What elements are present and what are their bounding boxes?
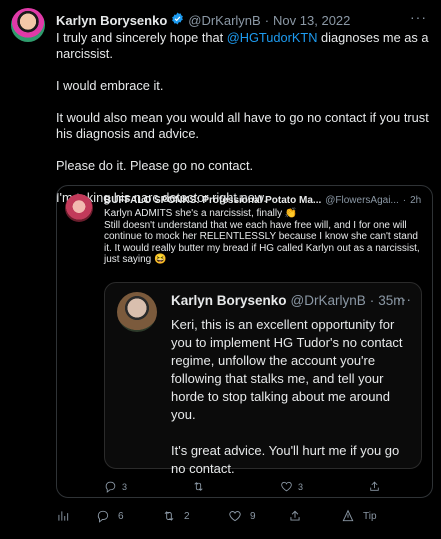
analytics-icon (58, 511, 69, 521)
more-dots-icon[interactable]: ··· (410, 9, 427, 25)
reply-button[interactable]: 6 (96, 509, 124, 523)
quoted-line-2: Still doesn't understand that we each ha… (104, 219, 420, 266)
nested-quoted-tweet[interactable]: Karlyn Borysenko @DrKarlynB · 35m ··· Ke… (104, 282, 422, 476)
reply-icon (97, 510, 109, 523)
share-button[interactable] (288, 509, 302, 523)
author-name[interactable]: Karlyn Borysenko (56, 13, 167, 28)
author-handle[interactable]: @DrKarlynB (188, 13, 260, 28)
quoted-tweet-actions: 3 3 (104, 480, 414, 494)
clapping-hands-emoji: 👏 (284, 208, 298, 219)
quoted-like-count: 3 (298, 481, 304, 492)
nested-tweet-header: Karlyn Borysenko @DrKarlynB · 35m (171, 293, 405, 308)
quoted-reply-count: 3 (122, 481, 128, 492)
tip-label: Tip (363, 510, 377, 522)
quoted-tweet[interactable]: BUFFALO SPONKS: Professional Potato Ma..… (56, 185, 433, 498)
separator-dot: · (369, 293, 375, 308)
quoted-author-avatar[interactable] (65, 194, 93, 222)
heart-icon (229, 511, 241, 522)
nested-tweet-text: Keri, this is an excellent opportunity f… (171, 316, 416, 496)
nested-author-name[interactable]: Karlyn Borysenko (171, 293, 287, 308)
quoted-retweet-button[interactable] (192, 480, 210, 493)
author-avatar[interactable] (11, 8, 45, 42)
tweet-paragraph-1: I truly and sincerely hope that @HGTudor… (56, 30, 431, 62)
nested-author-avatar[interactable] (117, 292, 157, 332)
quoted-reply-button[interactable]: 3 (104, 480, 127, 493)
tip-icon (342, 509, 354, 522)
quoted-tweet-header: BUFFALO SPONKS: Professional Potato Ma..… (104, 195, 421, 206)
nested-author-handle[interactable]: @DrKarlynB (291, 293, 366, 308)
tip-button[interactable]: Tip (341, 509, 377, 523)
retweet-button[interactable]: 2 (162, 509, 190, 523)
laughing-face-emoji: 😆 (154, 254, 167, 265)
tweet-header: Karlyn Borysenko @DrKarlynB · Nov 13, 20… (56, 12, 350, 28)
quoted-tweet-text: Karlyn ADMITS she's a narcissist, finall… (104, 208, 424, 266)
tweet-actions: 6 2 9 Tip (56, 509, 396, 527)
more-dots-icon[interactable]: ··· (397, 291, 411, 307)
tweet: Karlyn Borysenko @DrKarlynB · Nov 13, 20… (0, 0, 441, 539)
tweet-paragraph-4: Please do it. Please go no contact. (56, 158, 254, 173)
share-icon (290, 510, 300, 521)
separator-dot: · (402, 195, 407, 206)
retweet-icon (194, 482, 203, 491)
tweet-paragraph-2: I would embrace it. (56, 78, 164, 93)
separator-dot: · (264, 12, 270, 28)
nested-paragraph-2: It's great advice. You'll hurt me if you… (171, 443, 400, 476)
verified-badge-icon (171, 12, 184, 28)
share-icon (370, 481, 379, 491)
like-count: 9 (250, 510, 256, 522)
quoted-author-handle[interactable]: @FlowersAgai... (325, 195, 399, 206)
quoted-like-button[interactable]: 3 (280, 480, 303, 493)
analytics-button[interactable] (56, 509, 70, 523)
reply-icon (105, 481, 116, 493)
quoted-share-button[interactable] (368, 480, 381, 493)
heart-icon (281, 481, 292, 492)
like-button[interactable]: 9 (228, 509, 256, 523)
quoted-line-1: Karlyn ADMITS she's a narcissist, finall… (104, 208, 285, 219)
reply-count: 6 (118, 510, 124, 522)
tweet-date[interactable]: Nov 13, 2022 (273, 13, 350, 28)
retweet-icon (164, 511, 174, 521)
nested-paragraph-1: Keri, this is an excellent opportunity f… (171, 317, 403, 422)
quoted-tweet-time[interactable]: 2h (410, 195, 421, 206)
tweet-paragraph-3: It would also mean you would all have to… (56, 110, 429, 141)
retweet-count: 2 (184, 510, 190, 522)
quoted-author-name[interactable]: BUFFALO SPONKS: Professional Potato Ma..… (104, 195, 321, 206)
text-segment: I truly and sincerely hope that (56, 30, 227, 45)
mention-link[interactable]: @HGTudorKTN (227, 30, 318, 45)
